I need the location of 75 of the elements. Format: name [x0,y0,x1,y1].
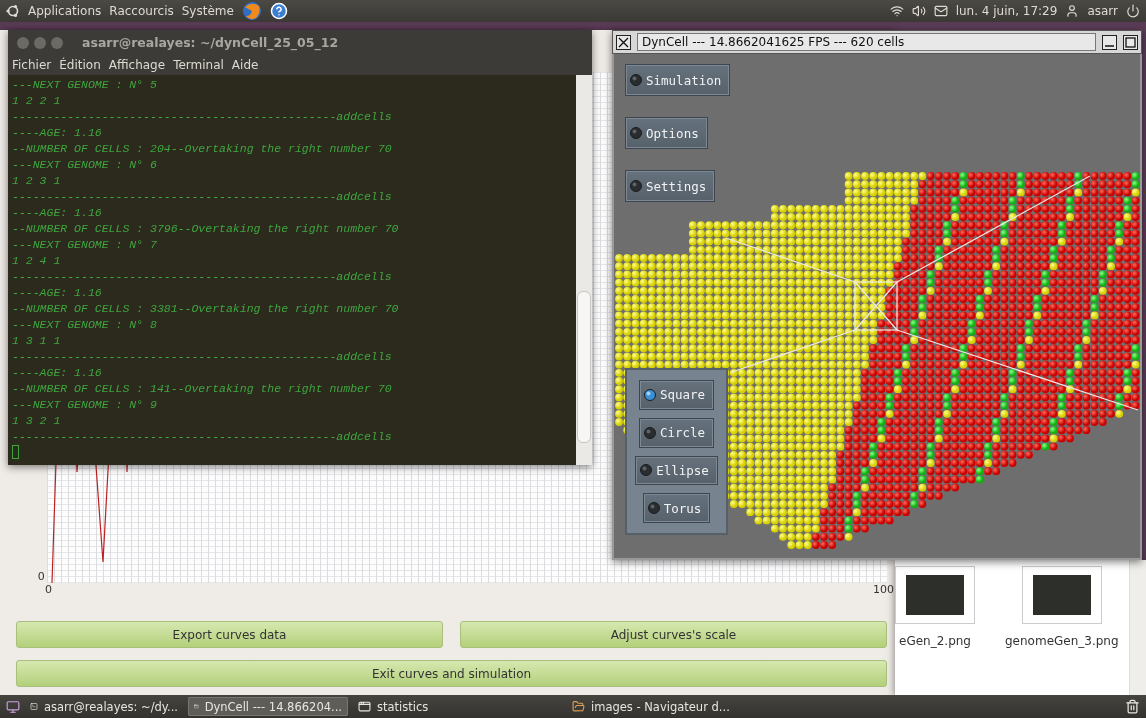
terminal-line: --NUMBER OF CELLS : 3381--Overtaking the right number 70 [12,301,400,317]
menu-button[interactable]: Simulation [625,64,731,96]
text-cursor [12,445,19,459]
terminal-line: -----------------------------------------------addcells [12,429,393,445]
action-button[interactable]: Exit curves and simulation [16,660,887,687]
file-name[interactable]: genomeGen_3.png [1005,634,1119,648]
scrollbar[interactable] [576,75,592,465]
help-icon[interactable] [269,2,288,20]
x-axis-label: 100 [873,583,894,598]
action-button[interactable]: Export curves data [16,621,443,648]
terminal-line: ---NEXT GENOME : N° 6 [12,157,158,173]
terminal-line: 1 2 3 1 [12,173,62,189]
terminal-line: --NUMBER OF CELLS : 141--Overtaking the right number 70 [12,381,393,397]
window-icon [358,700,371,713]
scrollbar[interactable] [1129,560,1146,695]
terminal-icon [30,700,38,713]
wifi-icon[interactable] [889,4,904,18]
terminal-line: ----AGE: 1.16 [12,365,103,381]
user-icon[interactable] [1065,4,1080,18]
terminal-line: --NUMBER OF CELLS : 204--Overtaking the right number 70 [12,141,393,157]
shape-option[interactable]: Circle [638,417,715,448]
menu-item[interactable]: Fichier [12,58,52,72]
window-title: DynCell --- 14.8662041625 FPS --- 620 cells [642,35,905,49]
terminal-line: -----------------------------------------------addcells [12,269,393,285]
taskbar-item[interactable]: DynCell --- 14.866204... [188,697,348,716]
image-thumbnail[interactable] [1021,566,1102,624]
menu-item[interactable]: Édition [59,58,101,72]
browser-globe-icon[interactable] [241,1,262,21]
terminal-line: --NUMBER OF CELLS : 3796--Overtaking the right number 70 [12,221,400,237]
menu-item[interactable]: Aide [231,58,259,72]
panel-menu[interactable]: Système [181,4,234,18]
window-title: asarr@realayes: ~/dynCell_25_05_12 [82,35,339,50]
taskbar-item[interactable]: asarr@realayes: ~/dy... [24,697,184,716]
speaker-icon[interactable] [911,4,926,18]
terminal-line: 1 3 2 1 [12,413,62,429]
terminal-line: ---NEXT GENOME : N° 8 [12,317,158,333]
terminal-line: ----AGE: 1.16 [12,125,103,141]
x-axis-label: 0 [45,583,52,598]
file-name[interactable]: eGen_2.png [899,634,971,648]
shape-option[interactable]: Ellipse [635,455,718,486]
terminal-line: -----------------------------------------------addcells [12,109,393,125]
panel-menu[interactable]: Applications [28,4,102,18]
taskbar-item[interactable]: images - Navigateur d... [566,697,776,716]
terminal-line: -----------------------------------------------addcells [12,189,393,205]
terminal-line: ----AGE: 1.16 [12,285,103,301]
y-axis-label: 0 [37,570,45,583]
action-button[interactable]: Adjust curves's scale [460,621,887,648]
terminal-line: 1 3 1 1 [12,333,62,349]
menu-button[interactable]: Settings [625,170,716,202]
terminal-line: 1 2 2 1 [12,93,62,109]
terminal-line: 1 2 4 1 [12,253,62,269]
clock[interactable]: lun. 4 juin, 17:29 [955,4,1058,18]
folder-icon [572,700,585,713]
shape-option[interactable]: Torus [642,493,711,523]
shape-option[interactable]: Square [638,380,715,410]
terminal-line: -----------------------------------------------addcells [12,349,393,365]
panel-menu[interactable]: Raccourcis [109,4,174,18]
terminal-line: ---NEXT GENOME : N° 7 [12,237,158,253]
terminal-line: ---NEXT GENOME : N° 5 [12,77,158,93]
trash-icon[interactable] [1125,699,1140,714]
menu-item[interactable]: Terminal [173,58,224,72]
mail-icon[interactable] [933,4,948,18]
image-thumbnail[interactable] [895,566,975,624]
power-icon[interactable] [1126,4,1140,18]
terminal-line: ----AGE: 1.16 [12,205,103,221]
menu-item[interactable]: Affichage [108,58,166,72]
ubuntu-logo-icon [6,4,20,18]
radio-indicator [630,127,642,139]
menu-button[interactable]: Options [625,117,708,149]
radio-indicator [630,180,642,192]
user-name[interactable]: asarr [1087,4,1118,18]
terminal-line: ---NEXT GENOME : N° 9 [12,397,158,413]
taskbar-item[interactable]: statistics [352,697,562,716]
radio-indicator [630,74,642,86]
show-desktop-icon[interactable] [6,699,20,714]
